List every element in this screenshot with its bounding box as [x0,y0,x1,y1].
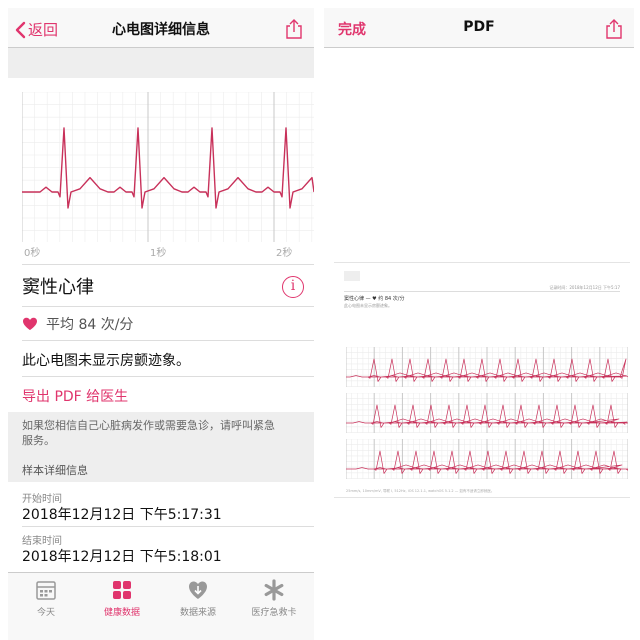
grid-icon [113,581,131,599]
page-title: 心电图详细信息 [112,22,210,38]
divider [22,526,314,527]
tab-label: 健康数据 [103,608,140,618]
avg-hr-text: 平均 84 次/分 [46,317,134,333]
info-icon[interactable]: i [282,276,304,298]
tab-label: 数据来源 [179,608,216,618]
nav-bar: 完成 PDF [324,8,634,48]
time-label-0: 0秒 [24,248,41,259]
end-time-label: 结束时间 [22,536,62,547]
heart-icon [23,317,37,330]
heart-download-icon [189,581,207,599]
afib-result: 此心电图未显示房颤迹象。 [22,353,190,369]
pdf-ecg-strip-2 [346,393,628,433]
average-heart-rate: 平均 84 次/分 [22,314,133,334]
start-time-label: 开始时间 [22,494,62,505]
tab-data-sources[interactable]: 数据来源 [160,579,236,618]
tab-bar: 今天 健康数据 数据来源 医疗急救卡 [8,572,314,640]
pdf-title: 窦性心律 — ♥ 约 84 次/分 [344,296,405,302]
pdf-ecg-strip-3 [346,439,628,479]
pdf-logo [344,271,360,281]
time-label-1: 1秒 [150,248,167,259]
pdf-subtitle: 此心电图未显示房颤迹象。 [344,303,392,308]
tab-today[interactable]: 今天 [8,579,84,618]
asterisk-icon [264,579,284,601]
divider [22,376,314,377]
tab-label: 今天 [36,608,55,618]
sample-details-header: 样本详细信息 [22,464,88,477]
tab-health-data[interactable]: 健康数据 [84,579,160,618]
pdf-page[interactable]: 记录时间：2018年12月12日 下午5:17 窦性心律 — ♥ 约 84 次/… [334,262,630,498]
time-label-2: 2秒 [276,248,293,259]
start-time-value: 2018年12月12日 下午5:17:31 [22,507,222,523]
pdf-rule [344,291,620,292]
rhythm-classification: 窦性心律 [22,277,94,298]
end-time-value: 2018年12月12日 下午5:18:01 [22,549,222,565]
tab-medical-id[interactable]: 医疗急救卡 [236,579,312,618]
calendar-icon [36,581,56,600]
share-icon[interactable] [284,18,304,40]
divider [22,264,314,265]
page-title: PDF [463,19,495,35]
emergency-warning: 如果您相信自己心脏病发作或需要急诊，请呼叫紧急服务。 [22,419,275,447]
divider [22,340,314,341]
pdf-ecg-strip-1 [346,347,628,387]
ecg-trace [22,127,314,209]
ecg-waveform [22,92,314,242]
pdf-preview-screen: 完成 PDF 记录时间：2018年12月12日 下午5:17 窦性心律 — ♥ … [324,0,634,640]
divider [22,306,314,307]
export-pdf-link[interactable]: 导出 PDF 给医生 [22,386,128,406]
pdf-footer: 25mm/s, 10mm/mV, 导联 I, 512Hz, iOS 12.1.1… [346,489,495,493]
nav-bar: 返回 心电图详细信息 [8,8,314,48]
ecg-time-axis: 0秒 1秒 2秒 [22,244,314,260]
tab-label: 医疗急救卡 [251,608,297,618]
header-spacer [8,48,314,78]
share-icon[interactable] [604,18,624,40]
ecg-detail-screen: 返回 心电图详细信息 0秒 1秒 2秒 窦性心律 i 平均 84 次/分 此心电… [8,0,314,640]
